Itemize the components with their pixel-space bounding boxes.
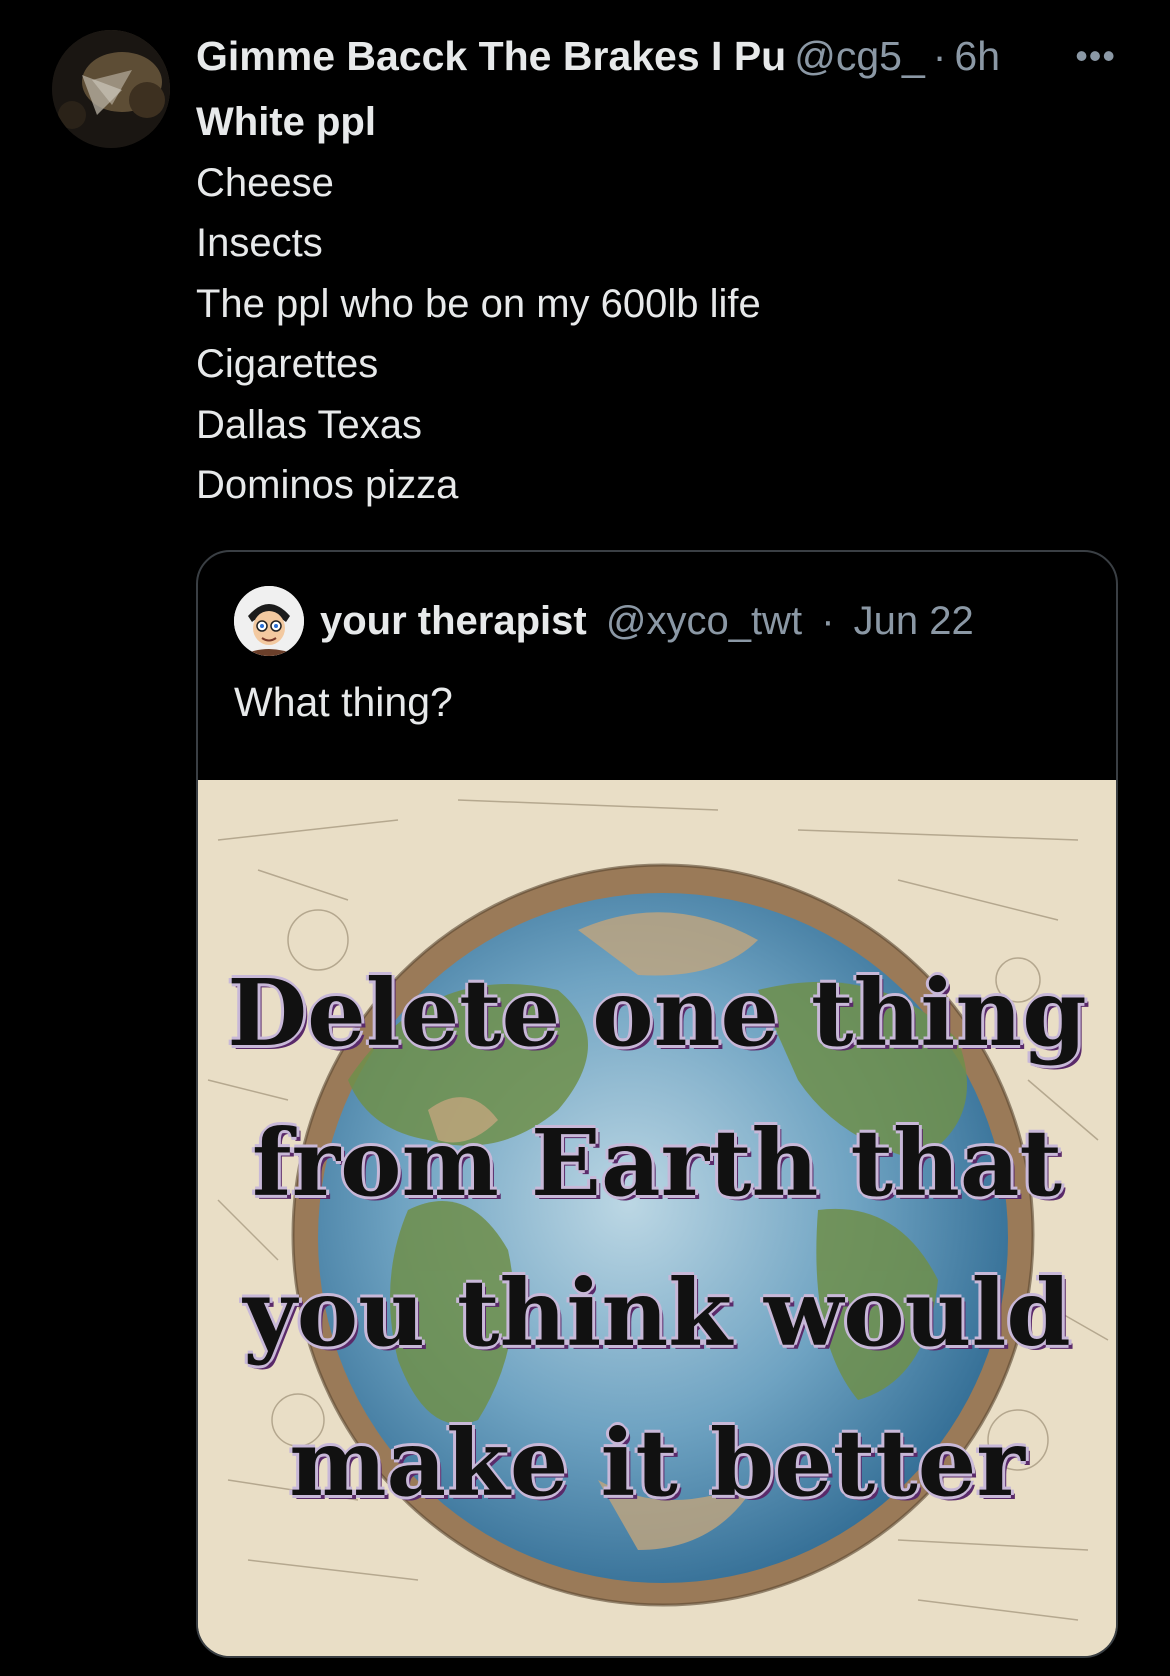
avatar-image — [52, 30, 170, 148]
author-avatar[interactable] — [52, 30, 170, 148]
image-caption-line: Delete one thing — [227, 959, 1087, 1067]
quoted-author-avatar[interactable] — [234, 586, 304, 656]
tweet-line: Dallas Texas — [196, 402, 423, 447]
tweet-header: Gimme Bacck The Brakes I Pu @cg5_ · 6h •… — [196, 30, 1136, 82]
quoted-tweet-text: What thing? — [234, 679, 453, 725]
tweet-text: White ppl Cheese Insects The ppl who be … — [196, 92, 761, 516]
quoted-tweet-date[interactable]: Jun 22 — [854, 599, 974, 643]
tweet-line: Cigarettes — [196, 342, 379, 386]
header-separator: · — [932, 33, 947, 79]
quoted-tweet[interactable]: your therapist @xyco_twt · Jun 22 What t… — [196, 550, 1118, 1658]
quoted-author-display-name[interactable]: your therapist — [320, 599, 587, 643]
image-caption: Delete one thing from Earth that you thi… — [198, 780, 1116, 1656]
quoted-tweet-image[interactable]: Delete one thing from Earth that you thi… — [198, 780, 1116, 1656]
tweet[interactable]: Gimme Bacck The Brakes I Pu @cg5_ · 6h •… — [0, 0, 1170, 1676]
tweet-line: Dominos pizza — [196, 463, 459, 507]
tweet-line: The ppl who be on my 600lb life — [196, 281, 761, 326]
image-caption-line: you think would — [243, 1259, 1071, 1367]
tweet-line: White ppl — [196, 100, 376, 144]
quoted-header-separator: · — [821, 599, 835, 643]
tweet-line: Insects — [196, 221, 323, 265]
author-handle[interactable]: @cg5_ — [794, 30, 925, 82]
author-display-name[interactable]: Gimme Bacck The Brakes I Pu — [196, 30, 786, 82]
image-caption-line: make it better — [289, 1409, 1025, 1517]
image-caption-line: from Earth that — [252, 1109, 1062, 1217]
quoted-author-handle[interactable]: @xyco_twt — [606, 599, 802, 643]
quoted-avatar-image — [234, 586, 304, 656]
tweet-timestamp[interactable]: 6h — [954, 30, 1000, 82]
more-options-icon[interactable]: ••• — [1075, 30, 1116, 82]
quoted-tweet-header: your therapist @xyco_twt · Jun 22 — [320, 592, 974, 650]
tweet-line: Cheese — [196, 160, 334, 205]
